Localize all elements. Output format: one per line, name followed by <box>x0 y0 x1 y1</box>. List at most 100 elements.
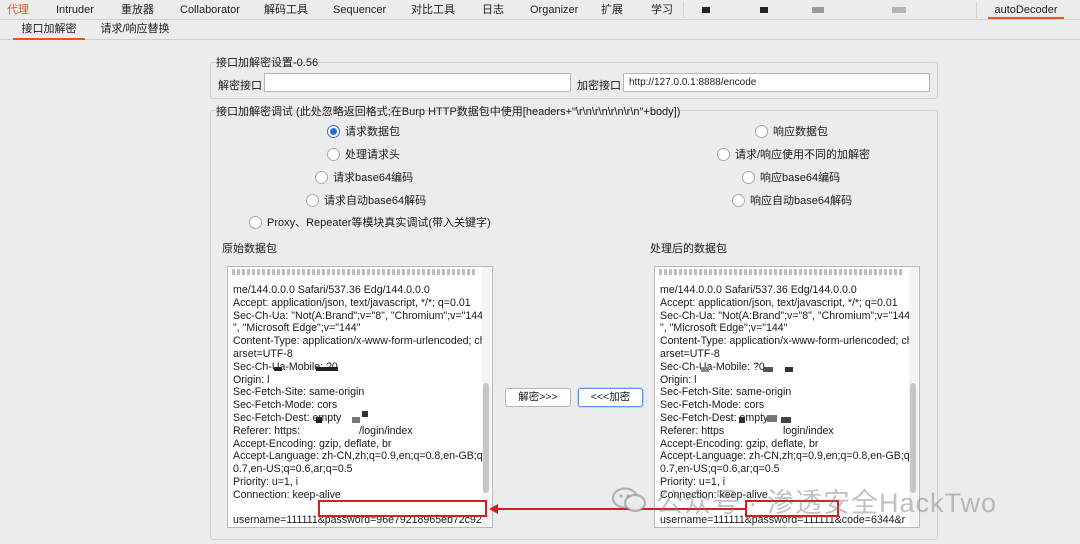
radio-label: 请求自动base64解码 <box>324 195 427 207</box>
packet-line: Sec-Fetch-Site: same-origin <box>233 386 365 399</box>
menu-decoder[interactable]: 解码工具 <box>264 0 308 20</box>
radio-label: 响应base64编码 <box>760 172 841 184</box>
packet-line: Origin: l <box>233 373 270 386</box>
processed-scrollbar-thumb[interactable] <box>910 383 916 493</box>
original-scrollbar[interactable] <box>482 267 491 527</box>
radio-response-base64-encode[interactable]: 响应base64编码 <box>742 169 840 185</box>
original-scrollbar-thumb[interactable] <box>483 383 489 493</box>
packet-line: ", "Microsoft Edge";v="144" <box>660 322 788 335</box>
radio-label: 处理请求头 <box>345 149 400 161</box>
redaction-mark <box>362 411 368 417</box>
packet-line: arset=UTF-8 <box>233 347 293 360</box>
radio-request-auto-base64-decode[interactable]: 请求自动base64解码 <box>306 192 426 208</box>
menu-logger[interactable]: 日志 <box>482 0 504 20</box>
menu-comparer[interactable]: 对比工具 <box>411 0 455 20</box>
annotation-arrow-icon <box>489 504 498 514</box>
radio-label: 请求/响应使用不同的加解密 <box>735 149 871 161</box>
packet-line: Accept: application/json, text/javascrip… <box>233 296 471 309</box>
redacted-tab[interactable] <box>892 7 906 13</box>
menu-divider <box>683 2 684 18</box>
radio-label: 响应自动base64解码 <box>750 195 853 207</box>
radio-request-base64-encode[interactable]: 请求base64编码 <box>315 169 413 185</box>
redaction-mark <box>316 417 322 423</box>
menu-extensions[interactable]: 扩展 <box>601 0 623 20</box>
tab-autodecoder[interactable]: autoDecoder <box>988 1 1064 19</box>
radio-checked-icon <box>327 124 340 138</box>
main-menu-bar: 代理 Intruder 重放器 Collaborator 解码工具 Sequen… <box>0 0 1080 20</box>
encrypt-label: 加密接口 <box>577 80 621 92</box>
packet-line: 0.7,en-US;q=0.6,ar;q=0.5 <box>660 463 780 476</box>
tab-interface-crypto[interactable]: 接口加解密 <box>13 20 85 40</box>
packet-line: Sec-Ch-Ua: "Not(A:Brand";v="8", "Chromiu… <box>233 309 484 322</box>
radio-unchecked-icon <box>315 170 328 184</box>
packet-line: Sec-Ch-Ua-Mobile: ?0 <box>660 360 765 373</box>
packet-line: a549dd5a330112&code=6344&role=000002 <box>233 527 478 528</box>
settings-title: 接口加解密设置-0.56 <box>216 57 319 69</box>
radio-label: 请求数据包 <box>345 126 400 138</box>
debug-title: 接口加解密调试 (此处忽略返回格式;在Burp HTTP数据包中使用[heade… <box>216 106 681 118</box>
radio-response-auto-base64-decode[interactable]: 响应自动base64解码 <box>732 192 852 208</box>
encrypt-url-input[interactable] <box>623 73 930 92</box>
redaction-mark <box>274 367 282 371</box>
menu-divider <box>976 2 977 18</box>
packet-line: Sec-Fetch-Mode: cors <box>660 399 765 412</box>
original-password-highlight <box>318 500 487 517</box>
watermark: 公众号 · 渗透安全HackTwo <box>612 482 997 518</box>
redaction-mark <box>352 417 360 423</box>
menu-organizer[interactable]: Organizer <box>530 0 578 20</box>
watermark-text: 公众号 · 渗透安全HackTwo <box>656 487 998 518</box>
redacted-tab[interactable] <box>702 7 710 13</box>
redaction-mark <box>739 417 745 423</box>
decrypt-label: 解密接口 <box>218 80 262 92</box>
wechat-icon <box>612 487 646 513</box>
packet-line: arset=UTF-8 <box>660 347 720 360</box>
radio-unchecked-icon <box>755 124 768 138</box>
redaction-mark <box>767 415 777 422</box>
radio-real-debug-modules[interactable]: Proxy、Repeater等模块真实调试(带入关键字) <box>249 214 491 230</box>
radio-unchecked-icon <box>306 193 319 207</box>
original-packet-content: me/144.0.0.0 Safari/537.36 Edg/144.0.0.0… <box>233 284 489 528</box>
radio-different-crypto[interactable]: 请求/响应使用不同的加解密 <box>717 146 870 162</box>
packet-line: 0.7,en-US;q=0.6,ar;q=0.5 <box>233 463 353 476</box>
original-packet-textarea[interactable]: me/144.0.0.0 Safari/537.36 Edg/144.0.0.0… <box>227 266 493 528</box>
menu-repeater[interactable]: 重放器 <box>121 0 154 20</box>
radio-response-packet[interactable]: 响应数据包 <box>755 123 828 139</box>
menu-proxy[interactable]: 代理 <box>7 0 29 20</box>
packet-line: Sec-Fetch-Site: same-origin <box>660 386 792 399</box>
clipped-text-line <box>659 269 904 275</box>
redaction-mark <box>781 417 791 423</box>
redaction-mark <box>785 367 793 372</box>
packet-line: Sec-Ch-Ua: "Not(A:Brand";v="8", "Chromiu… <box>660 309 911 322</box>
decrypt-button[interactable]: 解密>>> <box>505 388 571 407</box>
redacted-tab[interactable] <box>812 7 824 13</box>
radio-unchecked-icon <box>742 170 755 184</box>
encrypt-button[interactable]: <<<加密 <box>578 388 643 407</box>
redacted-tab[interactable] <box>760 7 768 13</box>
menu-intruder[interactable]: Intruder <box>56 0 94 20</box>
packet-line: ole=000002 <box>660 527 905 528</box>
radio-unchecked-icon <box>732 193 745 207</box>
packet-line: Accept-Encoding: gzip, deflate, br <box>660 437 819 450</box>
packet-line: Origin: l <box>660 373 697 386</box>
redaction-mark <box>316 367 338 371</box>
packet-line: Priority: u=1, i <box>233 475 299 488</box>
radio-process-request-headers[interactable]: 处理请求头 <box>327 146 400 162</box>
radio-unchecked-icon <box>327 147 340 161</box>
packet-line: Referer: https login/index <box>660 424 834 437</box>
radio-request-packet[interactable]: 请求数据包 <box>327 123 400 139</box>
redaction-mark <box>701 367 709 372</box>
radio-unchecked-icon <box>717 147 730 161</box>
packet-line: Accept-Encoding: gzip, deflate, br <box>233 437 392 450</box>
packet-line: Sec-Fetch-Mode: cors <box>233 399 338 412</box>
packet-line: Accept-Language: zh-CN,zh;q=0.9,en;q=0.8… <box>660 450 916 463</box>
menu-collaborator[interactable]: Collaborator <box>180 0 240 20</box>
tab-request-response-replace[interactable]: 请求/响应替换 <box>92 20 178 40</box>
sub-tab-bar: 接口加解密 请求/响应替换 <box>0 20 1080 40</box>
decrypt-url-input[interactable] <box>264 73 571 92</box>
menu-sequencer[interactable]: Sequencer <box>333 0 386 20</box>
clipped-text-line <box>232 269 477 275</box>
packet-line: Content-Type: application/x-www-form-url… <box>660 335 913 348</box>
packet-line: Sec-Ch-Ua-Mobile: ?0 <box>233 360 338 373</box>
packet-line: me/144.0.0.0 Safari/537.36 Edg/144.0.0.0 <box>233 284 430 296</box>
menu-learn[interactable]: 学习 <box>651 0 673 20</box>
